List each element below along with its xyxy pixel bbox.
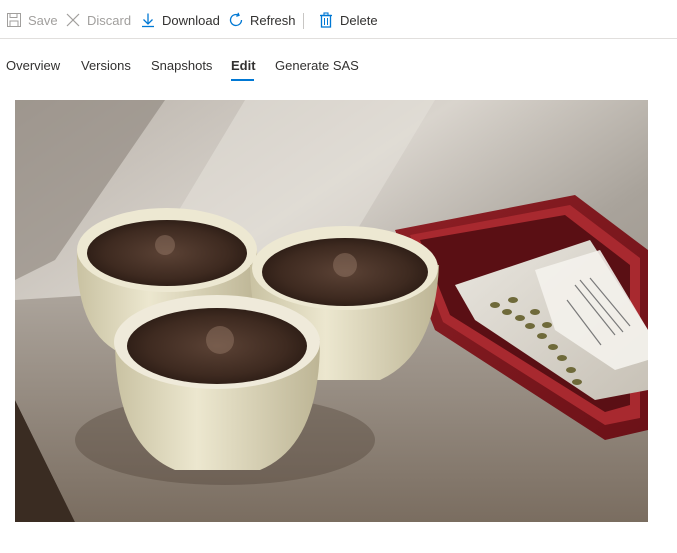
tab-overview[interactable]: Overview (6, 58, 60, 73)
save-label: Save (28, 12, 58, 28)
delete-button[interactable]: Delete (318, 9, 378, 31)
tab-snapshots[interactable]: Snapshots (151, 58, 212, 73)
active-tab-indicator (231, 79, 254, 81)
tab-versions[interactable]: Versions (81, 58, 131, 73)
refresh-button[interactable]: Refresh (228, 9, 296, 31)
tab-edit[interactable]: Edit (231, 58, 256, 73)
coffee-cupping-photo (15, 100, 648, 522)
save-button[interactable]: Save (6, 9, 58, 31)
close-icon (66, 13, 80, 27)
save-icon (7, 13, 21, 27)
delete-label: Delete (340, 12, 378, 28)
refresh-label: Refresh (250, 12, 296, 28)
command-bar: Save Discard Download Refresh Delete (0, 0, 677, 39)
discard-button[interactable]: Discard (65, 9, 131, 31)
image-preview (15, 100, 648, 522)
download-label: Download (162, 12, 220, 28)
tab-generate-sas[interactable]: Generate SAS (275, 58, 359, 73)
discard-label: Discard (87, 12, 132, 28)
tab-bar: Overview Versions Snapshots Edit Generat… (0, 52, 677, 82)
toolbar-separator (303, 13, 304, 29)
trash-icon (320, 12, 332, 28)
download-button[interactable]: Download (140, 9, 220, 31)
download-icon (142, 13, 154, 28)
refresh-icon (229, 12, 243, 27)
